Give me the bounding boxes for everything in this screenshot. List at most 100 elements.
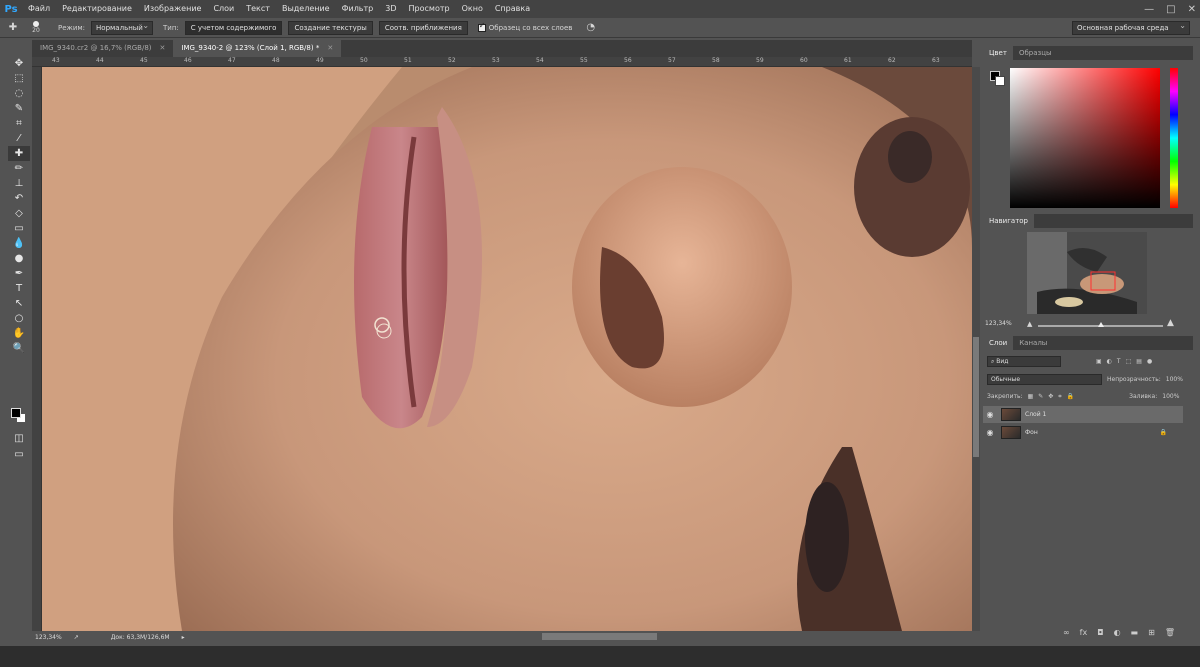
healing-brush-icon[interactable]: ✚	[8, 146, 30, 161]
path-select-icon[interactable]: ↖	[8, 296, 30, 311]
screen-mode-icon[interactable]: ▭	[8, 447, 30, 462]
fx-icon[interactable]: fx	[1080, 628, 1088, 637]
lock-position-icon[interactable]: ✥	[1048, 393, 1053, 400]
layer-filter-select[interactable]: ⌕ Вид	[987, 356, 1061, 367]
healing-brush-icon[interactable]: ✚	[4, 22, 22, 33]
ruler-horizontal[interactable]: 43 44 45 46 47 48 49 50 51 52 53 54 55 56 57 58 59 60 61 62…	[32, 57, 972, 67]
menu-filter[interactable]: Фильтр	[336, 0, 380, 18]
content-aware-button[interactable]: С учетом содержимого	[184, 20, 283, 35]
filter-smart-icon[interactable]: ▤	[1136, 358, 1142, 365]
pen-icon[interactable]: ✒	[8, 266, 30, 281]
layer-name[interactable]: Фон	[1025, 429, 1160, 436]
menu-layers[interactable]: Слои	[207, 0, 240, 18]
zoom-icon[interactable]: 🔍	[8, 341, 30, 356]
visibility-eye-icon[interactable]: ◉	[983, 428, 997, 437]
lasso-icon[interactable]: ◌	[8, 86, 30, 101]
menu-select[interactable]: Выделение	[276, 0, 336, 18]
navigator-thumbnail[interactable]	[1027, 232, 1147, 314]
brush-size-picker[interactable]: 20	[28, 21, 44, 34]
tab-channels[interactable]: Каналы	[1013, 336, 1053, 350]
filter-pixel-icon[interactable]: ▣	[1096, 358, 1102, 365]
blur-icon[interactable]: 💧	[8, 236, 30, 251]
eyedropper-icon[interactable]: ⁄	[8, 131, 30, 146]
type-icon[interactable]: T	[8, 281, 30, 296]
filter-type-icon[interactable]: T	[1117, 358, 1121, 365]
adjustment-icon[interactable]: ◐	[1114, 628, 1121, 637]
layer-name[interactable]: Слой 1	[1025, 411, 1046, 418]
shape-icon[interactable]: ○	[8, 311, 30, 326]
proximity-match-button[interactable]: Соотв. приближения	[378, 20, 468, 35]
lock-artboard-icon[interactable]: ⌗	[1058, 393, 1061, 401]
sample-all-layers-checkbox[interactable]: Образец со всех слоев	[477, 21, 572, 32]
crop-icon[interactable]: ⌗	[8, 116, 30, 131]
foreground-swatch[interactable]	[11, 408, 21, 418]
export-icon[interactable]: ↗	[74, 634, 79, 641]
menu-help[interactable]: Справка	[489, 0, 536, 18]
stamp-icon[interactable]: ⊥	[8, 176, 30, 191]
filter-toggle-icon[interactable]: ●	[1147, 358, 1152, 365]
quick-select-icon[interactable]: ✎	[8, 101, 30, 116]
layer-row-layer1[interactable]: ◉ Слой 1	[983, 406, 1183, 423]
tab-raw-document[interactable]: IMG_9340.cr2 @ 16,7% (RGB/8) ✕	[32, 40, 173, 57]
gradient-icon[interactable]: ▭	[8, 221, 30, 236]
tab-active-document[interactable]: IMG_9340-2 @ 123% (Слой 1, RGB/8) * ✕	[173, 40, 342, 57]
brush-icon[interactable]: ✏	[8, 161, 30, 176]
history-brush-icon[interactable]: ↶	[8, 191, 30, 206]
eraser-icon[interactable]: ◇	[8, 206, 30, 221]
document-canvas[interactable]	[42, 67, 972, 631]
background-color[interactable]	[995, 76, 1005, 86]
menu-view[interactable]: Просмотр	[403, 0, 456, 18]
lock-pixels-icon[interactable]: ✎	[1038, 393, 1043, 400]
fill-value[interactable]: 100%	[1162, 393, 1179, 400]
tab-navigator[interactable]: Навигатор	[983, 214, 1034, 228]
visibility-eye-icon[interactable]: ◉	[983, 410, 997, 419]
filter-adjust-icon[interactable]: ◐	[1107, 358, 1112, 365]
opacity-value[interactable]: 100%	[1166, 376, 1183, 383]
vertical-scrollbar[interactable]	[972, 67, 980, 631]
hand-icon[interactable]: ✋	[8, 326, 30, 341]
menu-file[interactable]: Файл	[22, 0, 56, 18]
mask-icon[interactable]: ◘	[1097, 628, 1103, 637]
blend-mode-select[interactable]: Обычные	[987, 374, 1102, 385]
navigator-zoom[interactable]: 123,34%	[985, 320, 1012, 327]
zoom-readout[interactable]: 123,34%	[35, 634, 62, 641]
folder-icon[interactable]: ▬	[1131, 628, 1139, 637]
close-icon[interactable]: ✕	[327, 40, 333, 57]
menu-image[interactable]: Изображение	[138, 0, 208, 18]
tab-swatches[interactable]: Образцы	[1013, 46, 1058, 60]
zoom-in-icon[interactable]: ▲	[1167, 318, 1174, 328]
zoom-out-icon[interactable]: ▲	[1027, 320, 1032, 328]
move-icon[interactable]: ✥	[8, 56, 30, 71]
workspace-select[interactable]: Основная рабочая среда	[1072, 20, 1190, 35]
lock-all-icon[interactable]: 🔒	[1067, 393, 1074, 400]
tab-color[interactable]: Цвет	[983, 46, 1013, 60]
create-texture-button[interactable]: Создание текстуры	[288, 20, 373, 35]
close-icon[interactable]: ✕	[1188, 4, 1196, 15]
hue-slider[interactable]	[1170, 68, 1178, 208]
horizontal-scroll-thumb[interactable]	[542, 633, 657, 640]
dodge-icon[interactable]: ●	[8, 251, 30, 266]
menu-window[interactable]: Окно	[456, 0, 489, 18]
lock-transparent-icon[interactable]: ▦	[1028, 393, 1034, 400]
menu-edit[interactable]: Редактирование	[56, 0, 138, 18]
link-icon[interactable]: ∞	[1063, 628, 1070, 637]
mode-select[interactable]: Нормальный	[91, 20, 154, 35]
menu-type[interactable]: Текст	[240, 0, 276, 18]
maximize-icon[interactable]: □	[1166, 4, 1175, 15]
tab-layers[interactable]: Слои	[983, 336, 1014, 350]
menu-3d[interactable]: 3D	[379, 0, 402, 18]
minimize-icon[interactable]: —	[1144, 4, 1154, 15]
layer-row-background[interactable]: ◉ Фон 🔒	[983, 424, 1183, 441]
vertical-scroll-thumb[interactable]	[973, 337, 979, 457]
expand-arrow-icon[interactable]: ▸	[182, 634, 185, 641]
filter-shape-icon[interactable]: ⬚	[1126, 358, 1132, 365]
quick-mask-icon[interactable]: ◫	[8, 431, 30, 446]
marquee-icon[interactable]: ⬚	[8, 71, 30, 86]
new-layer-icon[interactable]: ⊞	[1148, 628, 1155, 637]
pressure-icon[interactable]: ◔	[586, 22, 595, 33]
ruler-vertical[interactable]	[32, 67, 42, 631]
color-picker-field[interactable]	[1010, 68, 1160, 208]
close-icon[interactable]: ✕	[160, 40, 166, 57]
trash-icon[interactable]: 🗑	[1165, 628, 1175, 637]
navigator-slider-knob[interactable]	[1098, 322, 1104, 327]
